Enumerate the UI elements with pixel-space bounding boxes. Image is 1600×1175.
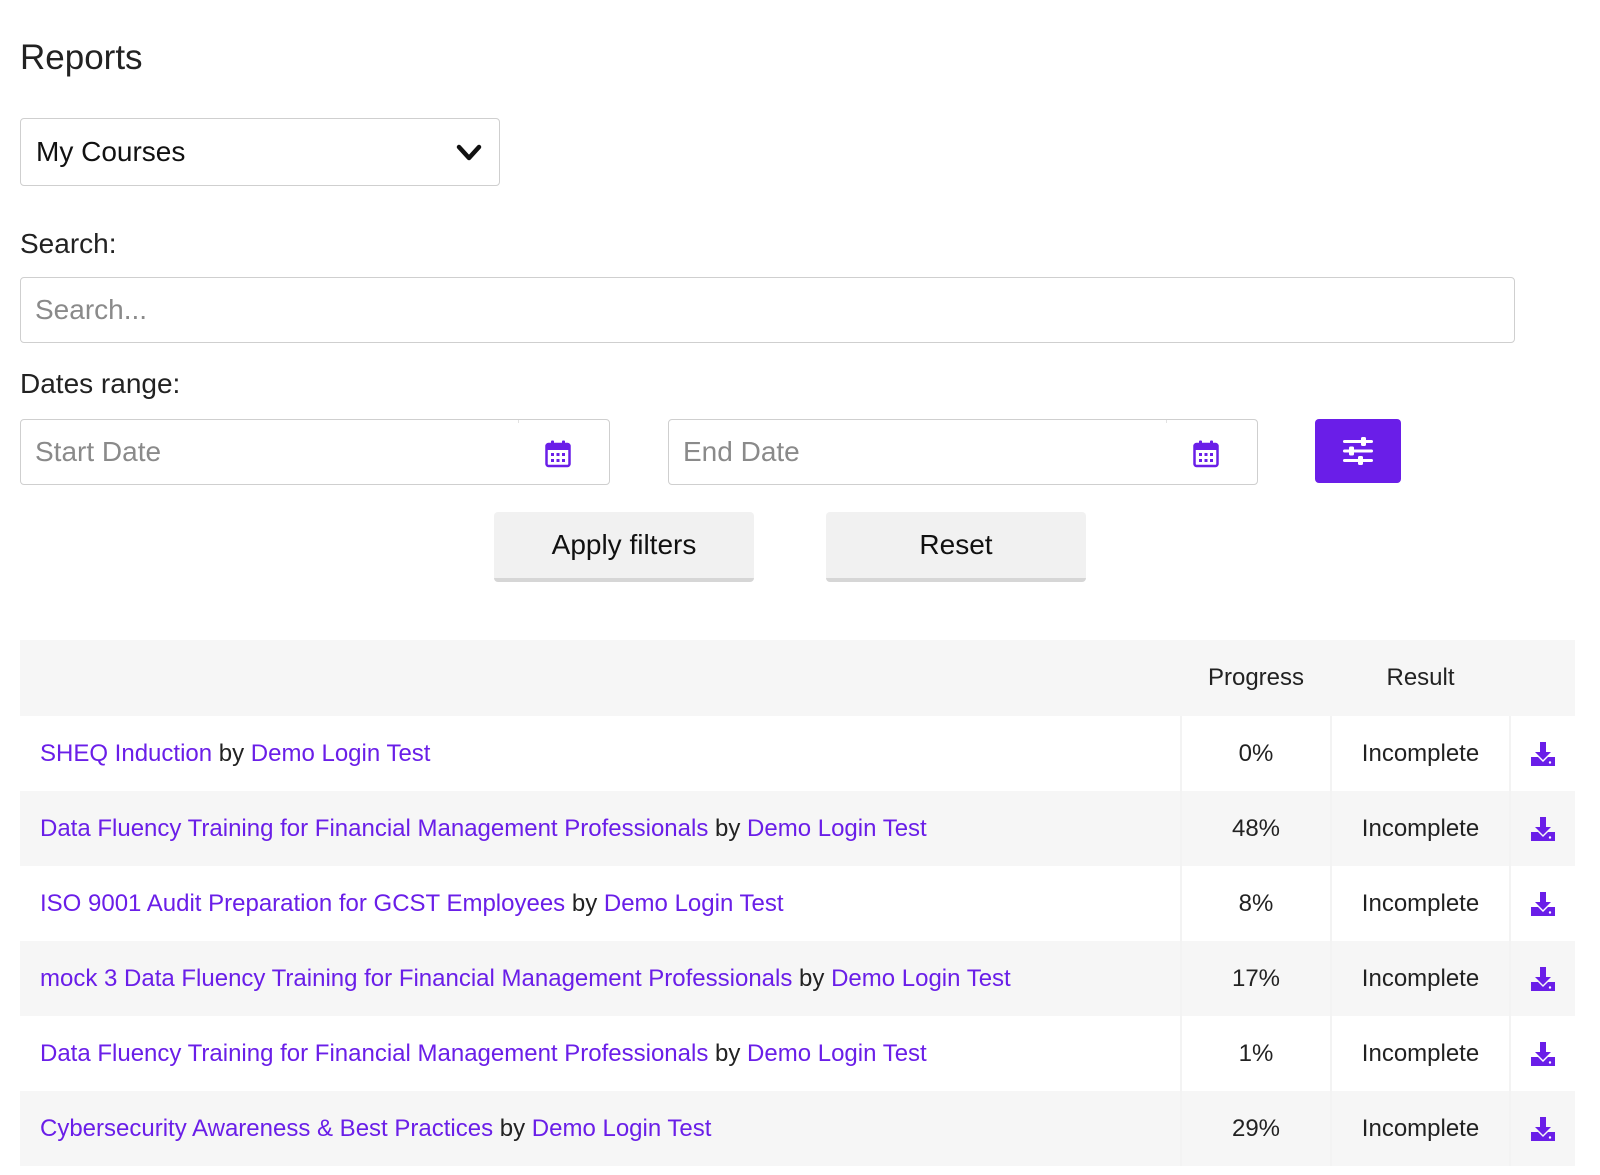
sliders-icon — [1343, 437, 1373, 465]
by-text: by — [715, 814, 741, 842]
reports-table: Progress Result SHEQ Induction by Demo L… — [20, 640, 1575, 1166]
author-link[interactable]: Demo Login Test — [251, 740, 431, 767]
download-icon[interactable] — [1530, 966, 1556, 992]
download-icon[interactable] — [1530, 1041, 1556, 1067]
end-date-input[interactable] — [669, 420, 1257, 484]
download-cell[interactable] — [1509, 791, 1575, 866]
course-cell: Data Fluency Training for Financial Mana… — [20, 791, 1181, 866]
author-link[interactable]: Demo Login Test — [604, 890, 784, 917]
calendar-icon[interactable] — [545, 440, 571, 468]
author-link[interactable]: Demo Login Test — [831, 965, 1011, 992]
download-cell[interactable] — [1509, 716, 1575, 791]
progress-cell: 0% — [1180, 716, 1331, 791]
table-row: ISO 9001 Audit Preparation for GCST Empl… — [20, 866, 1575, 941]
table-header-row: Progress Result — [20, 640, 1575, 716]
progress-cell: 1% — [1180, 1016, 1331, 1091]
result-cell: Incomplete — [1330, 1016, 1510, 1091]
dates-range-label: Dates range: — [20, 368, 181, 399]
table-row: Data Fluency Training for Financial Mana… — [20, 791, 1575, 866]
start-date-input[interactable] — [21, 420, 609, 484]
course-cell: SHEQ Induction by Demo Login Test — [20, 716, 1181, 791]
calendar-icon[interactable] — [1193, 440, 1219, 468]
download-cell[interactable] — [1509, 866, 1575, 941]
report-type-select[interactable]: My Courses — [20, 118, 500, 186]
course-cell: Data Fluency Training for Financial Mana… — [20, 1016, 1181, 1091]
download-icon[interactable] — [1530, 1116, 1556, 1142]
search-label: Search: — [20, 228, 117, 259]
end-date-field[interactable] — [668, 419, 1258, 485]
table-row: Cybersecurity Awareness & Best Practices… — [20, 1091, 1575, 1166]
course-link[interactable]: SHEQ Induction — [40, 740, 212, 767]
start-date-divider — [518, 420, 519, 423]
by-text: by — [571, 889, 598, 917]
course-cell: Cybersecurity Awareness & Best Practices… — [20, 1091, 1181, 1166]
by-text: by — [799, 964, 825, 992]
course-link[interactable]: ISO 9001 Audit Preparation for GCST Empl… — [40, 890, 565, 917]
header-result: Result — [1331, 640, 1510, 716]
progress-cell: 17% — [1180, 941, 1331, 1016]
result-cell: Incomplete — [1330, 791, 1510, 866]
filter-settings-button[interactable] — [1315, 419, 1401, 483]
progress-cell: 29% — [1180, 1091, 1331, 1166]
result-cell: Incomplete — [1330, 716, 1510, 791]
course-cell: ISO 9001 Audit Preparation for GCST Empl… — [20, 866, 1181, 941]
by-text: by — [218, 739, 245, 767]
apply-filters-button[interactable]: Apply filters — [494, 512, 754, 582]
chevron-down-icon — [456, 144, 482, 161]
download-cell[interactable] — [1509, 1091, 1575, 1166]
search-input[interactable] — [20, 277, 1515, 343]
progress-cell: 8% — [1180, 866, 1331, 941]
by-text: by — [499, 1114, 526, 1142]
result-cell: Incomplete — [1330, 941, 1510, 1016]
start-date-field[interactable] — [20, 419, 610, 485]
header-progress: Progress — [1181, 640, 1331, 716]
course-cell: mock 3 Data Fluency Training for Financi… — [20, 941, 1181, 1016]
author-link[interactable]: Demo Login Test — [532, 1115, 712, 1142]
table-row: mock 3 Data Fluency Training for Financi… — [20, 941, 1575, 1016]
course-link[interactable]: Data Fluency Training for Financial Mana… — [40, 815, 708, 842]
table-row: Data Fluency Training for Financial Mana… — [20, 1016, 1575, 1091]
result-cell: Incomplete — [1330, 1091, 1510, 1166]
header-name — [20, 640, 1181, 716]
end-date-divider — [1166, 420, 1167, 423]
download-cell[interactable] — [1509, 1016, 1575, 1091]
author-link[interactable]: Demo Login Test — [747, 1040, 927, 1067]
download-icon[interactable] — [1530, 741, 1556, 767]
by-text: by — [715, 1039, 741, 1067]
course-link[interactable]: Data Fluency Training for Financial Mana… — [40, 1040, 708, 1067]
result-cell: Incomplete — [1330, 866, 1510, 941]
course-link[interactable]: Cybersecurity Awareness & Best Practices — [40, 1115, 493, 1142]
header-download — [1510, 640, 1575, 716]
reset-button[interactable]: Reset — [826, 512, 1086, 582]
reports-page: Reports My Courses Search: Dates range: — [0, 0, 1600, 1175]
page-title: Reports — [20, 38, 143, 77]
progress-cell: 48% — [1180, 791, 1331, 866]
download-cell[interactable] — [1509, 941, 1575, 1016]
download-icon[interactable] — [1530, 816, 1556, 842]
download-icon[interactable] — [1530, 891, 1556, 917]
table-row: SHEQ Induction by Demo Login Test 0% Incom… — [20, 716, 1575, 791]
course-link[interactable]: mock 3 Data Fluency Training for Financi… — [40, 965, 792, 992]
author-link[interactable]: Demo Login Test — [747, 815, 927, 842]
report-type-value: My Courses — [36, 136, 186, 167]
